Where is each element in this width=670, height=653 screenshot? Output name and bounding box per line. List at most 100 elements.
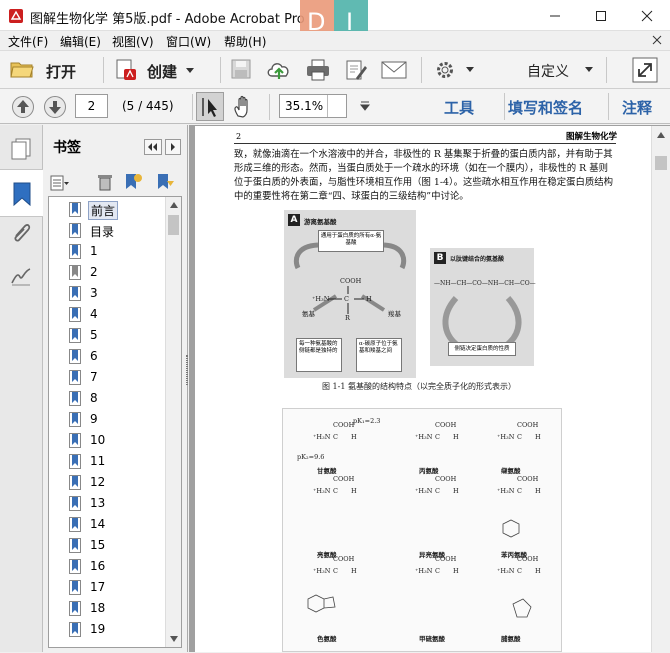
new-bookmark-icon[interactable] — [123, 173, 143, 191]
bookmark-item[interactable]: 7 — [69, 367, 169, 388]
bookmark-label: 前言 — [88, 201, 119, 220]
bookmark-item[interactable]: 目录 — [69, 220, 169, 241]
alpha-carbon: C — [435, 433, 440, 441]
bookmark-label: 6 — [90, 349, 98, 363]
bookmark-item[interactable]: 8 — [69, 388, 169, 409]
bookmarks-rail-tab[interactable] — [0, 169, 43, 217]
bookmark-scroll-thumb[interactable] — [168, 215, 179, 235]
collapse-panel-icon[interactable] — [144, 139, 162, 155]
scroll-up-icon[interactable] — [656, 131, 666, 139]
bookmark-icon — [69, 538, 81, 553]
acrobat-app-icon — [9, 9, 23, 23]
attachment-icon[interactable] — [10, 221, 32, 245]
bookmark-item[interactable]: 13 — [69, 493, 169, 514]
bookmark-icon — [69, 244, 81, 259]
bookmark-item[interactable]: 9 — [69, 409, 169, 430]
chevron-down-icon[interactable] — [585, 67, 593, 72]
amine-group: ⁺H₃N — [497, 487, 515, 495]
document-scroll-thumb[interactable] — [655, 156, 667, 170]
maximize-icon[interactable] — [578, 0, 624, 31]
alpha-carbon: C — [517, 487, 522, 495]
bookmark-item[interactable]: 4 — [69, 304, 169, 325]
menu-help[interactable]: 帮助(H) — [224, 33, 266, 50]
bookmark-item[interactable]: 16 — [69, 556, 169, 577]
gear-icon[interactable] — [434, 59, 456, 81]
bookmark-icon — [69, 265, 81, 280]
minimize-icon[interactable] — [532, 0, 578, 31]
amine-group: ⁺H₃N — [415, 567, 433, 575]
bookmark-item[interactable]: 17 — [69, 577, 169, 598]
signature-icon[interactable] — [10, 265, 32, 287]
hand-tool-icon[interactable] — [231, 95, 255, 119]
bookmark-item[interactable]: 前言 — [69, 199, 169, 220]
close-icon[interactable] — [624, 0, 670, 31]
comment-tab[interactable]: 注释 — [622, 97, 652, 118]
next-page-icon[interactable] — [43, 95, 67, 119]
bookmark-label: 2 — [90, 265, 98, 279]
bookmark-label: 3 — [90, 286, 98, 300]
scroll-up-icon[interactable] — [169, 201, 179, 209]
chevron-down-icon[interactable] — [186, 68, 194, 73]
bookmark-item[interactable]: 6 — [69, 346, 169, 367]
menu-window[interactable]: 窗口(W) — [166, 33, 211, 50]
previous-page-icon[interactable] — [11, 95, 35, 119]
figure-a-carboxyl-label: 羧基 — [388, 310, 401, 318]
bookmark-icon — [69, 517, 81, 532]
close-document-icon[interactable] — [652, 35, 662, 45]
bookmark-item[interactable]: 5 — [69, 325, 169, 346]
amine-group: ⁺H₃N — [313, 487, 331, 495]
expand-bookmark-icon[interactable] — [155, 173, 175, 191]
tools-tab[interactable]: 工具 — [444, 97, 474, 118]
bookmark-item[interactable]: 14 — [69, 514, 169, 535]
open-folder-icon[interactable] — [10, 59, 34, 79]
amine-group: ⁺H₃N — [313, 433, 331, 441]
bookmark-label: 4 — [90, 307, 98, 321]
bookmark-label: 14 — [90, 517, 106, 531]
main-toolbar: 打开 创建 自定义 — [0, 51, 670, 89]
menu-file[interactable]: 文件(F) — [8, 33, 48, 50]
customize-dropdown[interactable]: 自定义 — [527, 61, 569, 81]
toolbar-divider — [103, 57, 104, 83]
scroll-down-icon[interactable] — [169, 635, 179, 643]
bookmark-item[interactable]: 18 — [69, 598, 169, 619]
document-scrollbar[interactable] — [651, 126, 670, 652]
save-icon[interactable] — [231, 59, 251, 79]
chevron-down-icon[interactable] — [466, 67, 474, 72]
page-number-input[interactable]: 2 — [75, 94, 108, 118]
fill-sign-tab[interactable]: 填写和签名 — [508, 97, 583, 118]
menu-edit[interactable]: 编辑(E) — [60, 33, 101, 50]
bookmark-item[interactable]: 1 — [69, 241, 169, 262]
create-button[interactable]: 创建 — [147, 61, 177, 82]
hydrogen: H — [453, 487, 459, 495]
create-pdf-icon[interactable] — [114, 58, 138, 82]
select-tool-button[interactable] — [196, 92, 224, 121]
expand-panel-icon[interactable] — [165, 139, 181, 155]
bookmark-item[interactable]: 15 — [69, 535, 169, 556]
email-icon[interactable] — [381, 60, 407, 80]
zoom-input[interactable]: 35.1% — [279, 94, 347, 118]
alpha-carbon: C — [517, 567, 522, 575]
bookmark-scrollbar[interactable] — [165, 197, 181, 647]
bookmark-item[interactable]: 2 — [69, 262, 169, 283]
bookmark-options-icon[interactable] — [50, 175, 70, 191]
cloud-upload-icon[interactable] — [266, 58, 292, 82]
alpha-carbon: C — [333, 487, 338, 495]
bookmark-item[interactable]: 3 — [69, 283, 169, 304]
edit-document-icon[interactable] — [344, 58, 368, 82]
delete-bookmark-icon[interactable] — [97, 173, 113, 191]
title-bar: 图解生物化学 第5版.pdf - Adobe Acrobat Pro D I — [0, 0, 670, 40]
bookmark-item[interactable]: 19 — [69, 619, 169, 640]
more-tools-icon[interactable] — [359, 99, 371, 113]
figure-a-nh3: ⁺H₃N — [312, 295, 330, 303]
bookmark-tree: 前言 目录 1 2 3 4 5 6 7 8 9 10 11 12 13 14 15 16 17 18 19 — [48, 196, 182, 648]
fullscreen-icon[interactable] — [632, 57, 658, 83]
hydrogen: H — [351, 487, 357, 495]
menu-view[interactable]: 视图(V) — [112, 33, 154, 50]
bookmark-item[interactable]: 12 — [69, 472, 169, 493]
page-thumbnails-icon[interactable] — [9, 137, 33, 161]
print-icon[interactable] — [305, 58, 331, 82]
open-button[interactable]: 打开 — [46, 61, 76, 82]
panel-splitter-grip[interactable] — [186, 355, 188, 385]
bookmark-item[interactable]: 11 — [69, 451, 169, 472]
bookmark-item[interactable]: 10 — [69, 430, 169, 451]
